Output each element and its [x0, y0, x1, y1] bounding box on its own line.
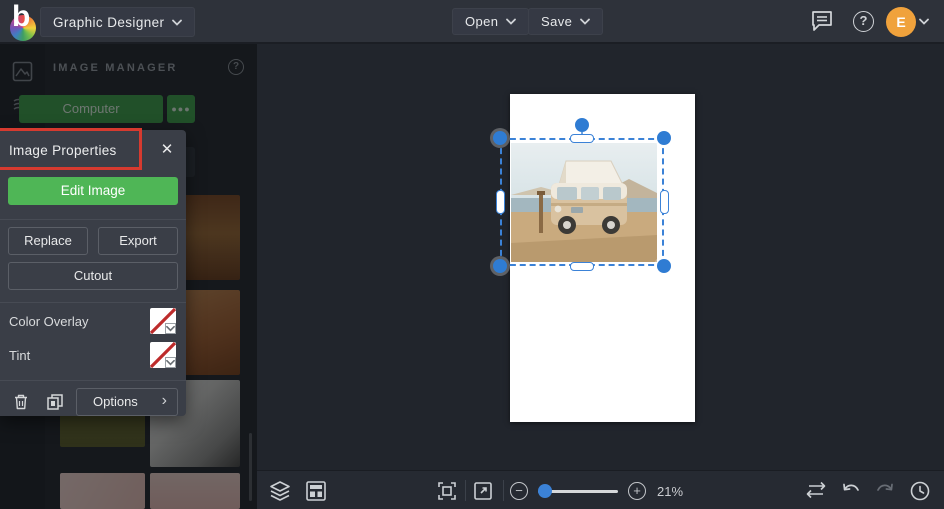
divider: [0, 302, 186, 303]
history-icon[interactable]: [909, 480, 931, 502]
resize-handle-top-right[interactable]: [657, 131, 671, 145]
export-button[interactable]: Export: [98, 227, 178, 255]
left-sidebar: IMAGE MANAGER ? Computer ●●● ages Image …: [0, 44, 257, 509]
top-bar: b Graphic Designer Open Save ? E: [0, 0, 944, 44]
zoom-percent: 21%: [657, 484, 684, 499]
chevron-down-icon: [172, 19, 183, 26]
avatar[interactable]: E: [886, 7, 916, 37]
avatar-initial: E: [896, 14, 906, 30]
zoom-in-button[interactable]: +: [628, 482, 646, 500]
color-overlay-swatch[interactable]: [150, 308, 176, 334]
save-button[interactable]: Save: [528, 8, 604, 35]
duplicate-button[interactable]: [42, 388, 68, 416]
designer-mode-label: Graphic Designer: [53, 14, 165, 30]
divider: [0, 380, 186, 381]
image-properties-popup: Image Properties ✕ Edit Image Replace Ex…: [0, 130, 186, 416]
cutout-button[interactable]: Cutout: [8, 262, 178, 290]
swatch-dropdown[interactable]: [165, 357, 176, 368]
color-overlay-label: Color Overlay: [9, 314, 89, 329]
app-logo[interactable]: b: [8, 0, 40, 41]
replace-button[interactable]: Replace: [8, 227, 88, 255]
options-button[interactable]: Options ›: [76, 388, 178, 416]
trash-icon: [15, 394, 27, 410]
selection-bounding-box[interactable]: [500, 138, 664, 266]
chevron-right-icon: ›: [161, 392, 167, 409]
divider: [0, 219, 186, 220]
chevron-down-icon: [166, 325, 175, 332]
fit-to-screen-icon[interactable]: [437, 481, 459, 503]
options-label: Options: [93, 394, 138, 409]
chevron-down-icon: [166, 359, 175, 366]
feedback-chat-icon[interactable]: [810, 10, 836, 34]
designer-mode-dropdown[interactable]: Graphic Designer: [40, 7, 196, 37]
resize-handle-left[interactable]: [495, 190, 505, 214]
red-highlight-box: [0, 128, 142, 170]
account-chevron-down-icon[interactable]: [919, 18, 929, 25]
open-label: Open: [465, 14, 499, 29]
help-icon[interactable]: ?: [853, 11, 874, 32]
resize-handle-bottom[interactable]: [570, 261, 594, 271]
zoom-out-button[interactable]: −: [510, 482, 528, 500]
divider: [465, 480, 466, 501]
resize-handle-bottom-right[interactable]: [657, 259, 671, 273]
resize-handle-right[interactable]: [659, 190, 669, 214]
zoom-slider-knob[interactable]: [538, 484, 552, 498]
logo-letter: b: [12, 0, 31, 33]
tint-swatch[interactable]: [150, 342, 176, 368]
fill-screen-icon[interactable]: [473, 481, 495, 503]
save-label: Save: [541, 14, 573, 29]
resize-handle-top[interactable]: [570, 133, 594, 143]
rotate-handle[interactable]: [575, 118, 589, 132]
canvas-area[interactable]: [257, 44, 944, 470]
redo-icon[interactable]: [875, 481, 897, 503]
help-glyph: ?: [859, 13, 868, 28]
undo-icon[interactable]: [841, 481, 863, 503]
layers-icon[interactable]: [269, 480, 291, 502]
swatch-dropdown[interactable]: [165, 323, 176, 334]
duplicate-icon: [47, 394, 63, 410]
compare-icon[interactable]: [805, 481, 827, 503]
chevron-down-icon: [506, 18, 517, 25]
resize-handle-bottom-left[interactable]: [493, 259, 507, 273]
resize-handle-top-left[interactable]: [493, 131, 507, 145]
open-button[interactable]: Open: [452, 8, 530, 35]
close-icon[interactable]: ✕: [154, 137, 180, 163]
chevron-down-icon: [580, 18, 591, 25]
edit-image-button[interactable]: Edit Image: [8, 177, 178, 205]
bottom-toolbar: − + 21%: [257, 470, 944, 509]
divider: [503, 480, 504, 501]
delete-button[interactable]: [8, 388, 34, 416]
tint-label: Tint: [9, 348, 31, 363]
template-layout-icon[interactable]: [305, 480, 327, 502]
